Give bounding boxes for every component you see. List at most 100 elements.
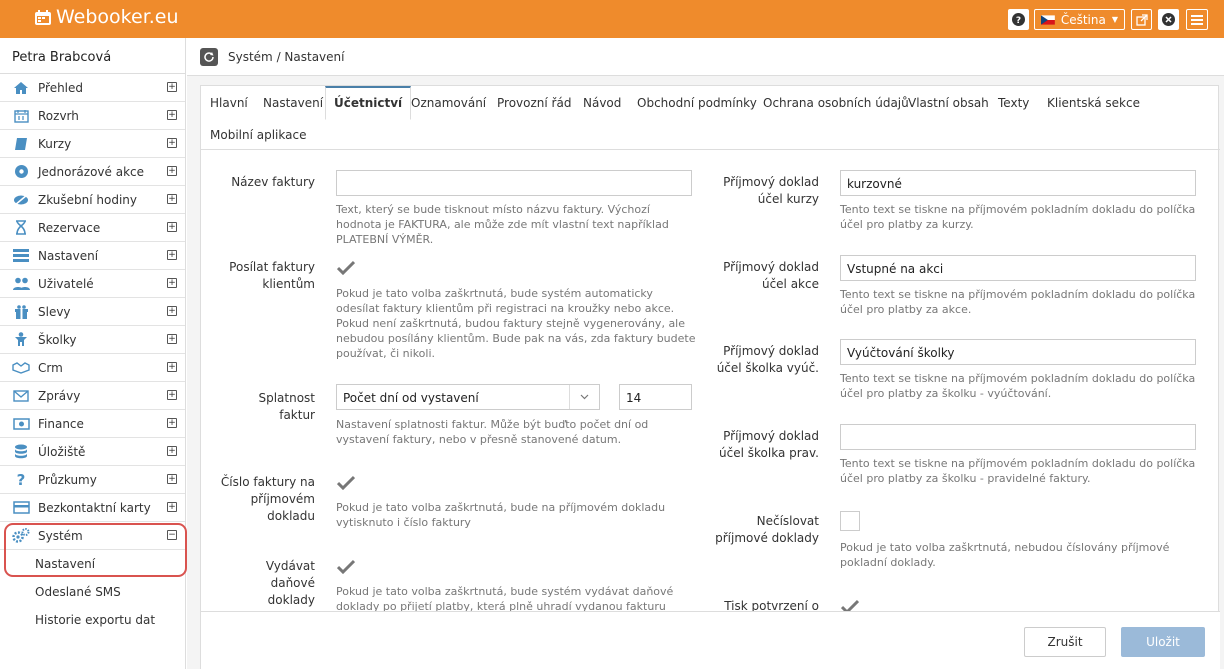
- envelope-icon: [12, 388, 30, 404]
- tab-ochrana-udaju[interactable]: Ochrana osobních údajů: [763, 96, 909, 110]
- sidebar-item-kurzy[interactable]: Kurzy +: [0, 130, 185, 158]
- kinder-regular-input[interactable]: [840, 424, 1196, 450]
- external-link-icon: [1135, 13, 1148, 26]
- card-icon: [12, 500, 30, 516]
- expand-icon[interactable]: +: [167, 278, 177, 288]
- svg-text:?: ?: [17, 472, 26, 487]
- expand-icon[interactable]: +: [167, 110, 177, 120]
- users-icon: [12, 276, 30, 292]
- sidebar-item-skolky[interactable]: Školky +: [0, 326, 185, 354]
- expand-icon[interactable]: +: [167, 250, 177, 260]
- courses-input[interactable]: kurzovné: [840, 170, 1196, 196]
- gift-icon: [12, 304, 30, 320]
- no-numbering-help: Pokud je tato volba zaškrtnutá, nebudou …: [840, 541, 1170, 569]
- highlight-box: [4, 523, 187, 577]
- sidebar-item-prehled[interactable]: Přehled +: [0, 74, 185, 102]
- sidebar-item-rozvrh[interactable]: Rozvrh +: [0, 102, 185, 130]
- breadcrumb: Systém / Nastavení: [228, 49, 345, 64]
- tab-ucetnictvi[interactable]: Účetnictví: [325, 86, 412, 120]
- expand-icon[interactable]: +: [167, 222, 177, 232]
- refresh-icon[interactable]: [200, 47, 218, 66]
- print-confirm-label: Tisk potvrzení o: [724, 599, 819, 611]
- tab-vlastni-obsah[interactable]: Vlastní obsah: [908, 96, 989, 110]
- expand-icon[interactable]: +: [167, 390, 177, 400]
- tab-texty[interactable]: Texty: [998, 96, 1029, 110]
- kinder-billing-input[interactable]: Vyúčtování školky: [840, 339, 1196, 365]
- sidebar-item-zkusebni-hodiny[interactable]: Zkušební hodiny +: [0, 186, 185, 214]
- invoice-name-input[interactable]: [336, 170, 692, 196]
- app-logo[interactable]: Webooker.eu: [34, 6, 179, 28]
- sidebar-item-label: Nastavení: [38, 248, 99, 263]
- expand-icon[interactable]: +: [167, 362, 177, 372]
- tab-mobilni-aplikace[interactable]: Mobilní aplikace: [210, 128, 306, 142]
- sidebar-item-slevy[interactable]: Slevy +: [0, 298, 185, 326]
- sidebar-item-label: Kurzy: [38, 136, 72, 151]
- expand-icon[interactable]: +: [167, 502, 177, 512]
- tab-klientska-sekce[interactable]: Klientská sekce: [1047, 96, 1140, 110]
- child-icon: [12, 332, 30, 348]
- sidebar-item-uloziste[interactable]: Úložiště +: [0, 438, 185, 466]
- sidebar-item-label: Rozvrh: [38, 108, 79, 123]
- expand-icon[interactable]: +: [167, 474, 177, 484]
- send-invoices-help: Pokud je tato volba zaškrtnutá, bude sys…: [336, 287, 696, 360]
- no-numbering-checkbox[interactable]: [840, 511, 860, 531]
- due-days-input[interactable]: 14: [619, 384, 692, 410]
- czech-flag-icon: [1041, 14, 1055, 25]
- tab-oznamovani[interactable]: Oznamování: [411, 96, 486, 110]
- sidebar-item-pruzkumy[interactable]: ? Průzkumy +: [0, 466, 185, 494]
- sidebar-subitem-sms[interactable]: Odeslané SMS: [0, 578, 185, 606]
- expand-icon[interactable]: +: [167, 446, 177, 456]
- check-icon: [337, 559, 355, 574]
- sidebar-item-label: Bezkontaktní karty: [38, 500, 151, 515]
- eye-off-icon: [12, 192, 30, 208]
- due-type-select[interactable]: Počet dní od vystavení: [336, 384, 600, 410]
- expand-icon[interactable]: +: [167, 138, 177, 148]
- sidebar-item-rezervace[interactable]: Rezervace +: [0, 214, 185, 242]
- tax-docs-help: Pokud je tato volba zaškrtnutá, bude sys…: [336, 585, 674, 611]
- expand-icon[interactable]: +: [167, 166, 177, 176]
- sidebar-item-label: Uživatelé: [38, 276, 94, 291]
- tab-hlavni[interactable]: Hlavní: [210, 96, 248, 110]
- expand-icon[interactable]: +: [167, 334, 177, 344]
- settings-panel: Hlavní Nastavení Účetnictví Oznamování P…: [200, 85, 1220, 669]
- cancel-button[interactable]: Zrušit: [1024, 627, 1106, 657]
- svg-text:?: ?: [1016, 16, 1021, 26]
- expand-icon[interactable]: +: [167, 306, 177, 316]
- expand-icon[interactable]: +: [167, 418, 177, 428]
- sidebar-item-crm[interactable]: Crm +: [0, 354, 185, 382]
- tab-provozni-rad[interactable]: Provozní řád: [497, 96, 571, 110]
- print-confirm-checkbox[interactable]: [840, 596, 860, 611]
- sidebar-item-bezkontaktni-karty[interactable]: Bezkontaktní karty +: [0, 494, 185, 522]
- sidebar-item-finance[interactable]: Finance +: [0, 410, 185, 438]
- sidebar-item-nastaveni[interactable]: Nastavení +: [0, 242, 185, 270]
- expand-icon[interactable]: +: [167, 82, 177, 92]
- hourglass-icon: [12, 220, 30, 236]
- question-icon: ?: [12, 472, 30, 488]
- language-dropdown[interactable]: Čeština ▼: [1034, 9, 1125, 30]
- sidebar-item-uzivatele[interactable]: Uživatelé +: [0, 270, 185, 298]
- sidebar-item-label: Crm: [38, 360, 63, 375]
- sidebar-item-zpravy[interactable]: Zprávy +: [0, 382, 185, 410]
- sidebar-item-jednorazove-akce[interactable]: Jednorázové akce +: [0, 158, 185, 186]
- check-icon: [337, 260, 355, 275]
- external-link-button[interactable]: [1131, 9, 1152, 30]
- expand-icon[interactable]: +: [167, 194, 177, 204]
- sidebar-subitem-export[interactable]: Historie exportu dat: [0, 606, 185, 634]
- events-input[interactable]: Vstupné na akci: [840, 255, 1196, 281]
- tab-nastaveni[interactable]: Nastavení: [263, 96, 323, 110]
- ball-icon: [12, 164, 30, 180]
- tax-docs-label: Vydávat daňové doklady: [265, 559, 315, 607]
- send-invoices-checkbox[interactable]: [336, 257, 356, 277]
- close-button[interactable]: [1158, 9, 1179, 30]
- tab-navod[interactable]: Návod: [583, 96, 621, 110]
- menu-button[interactable]: [1186, 9, 1208, 30]
- save-button[interactable]: Uložit: [1121, 627, 1205, 657]
- invoice-number-checkbox[interactable]: [336, 472, 356, 492]
- kinder-regular-help: Tento text se tiskne na příjmovém poklad…: [840, 457, 1196, 485]
- help-button[interactable]: ?: [1008, 9, 1029, 30]
- kinder-billing-help: Tento text se tiskne na příjmovém poklad…: [840, 372, 1196, 400]
- tab-obchodni-podminky[interactable]: Obchodní podmínky: [637, 96, 757, 110]
- tax-docs-checkbox[interactable]: [336, 556, 356, 576]
- top-bar: Webooker.eu ? Čeština ▼: [0, 0, 1224, 38]
- home-icon: [12, 80, 30, 96]
